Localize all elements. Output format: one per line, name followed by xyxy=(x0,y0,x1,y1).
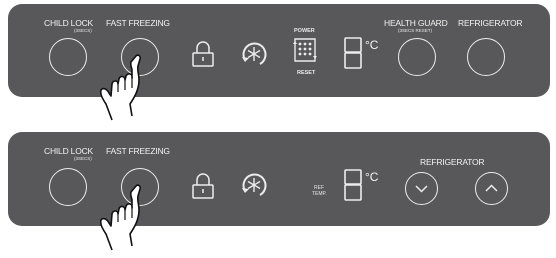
child-lock-sublabel-2: (3SECS) xyxy=(74,156,92,161)
temp-unit: °C xyxy=(365,38,379,52)
control-panel-bottom: CHILD LOCK (3SECS) FAST FREEZING REF TEM… xyxy=(8,132,550,226)
child-lock-button-2[interactable] xyxy=(49,168,87,206)
snowflake-cycle-icon xyxy=(242,42,267,65)
health-guard-label: HEALTH GUARD xyxy=(384,18,448,28)
ref-temp-line2: TEMP. xyxy=(312,191,327,197)
chevron-up-icon xyxy=(485,184,498,192)
child-lock-sublabel: (3SECS) xyxy=(74,28,92,33)
lock-icon xyxy=(192,173,214,199)
fast-freezing-label-2: FAST FREEZING xyxy=(106,146,170,156)
chevron-down-icon xyxy=(415,185,428,193)
pointing-hand-icon xyxy=(99,54,141,121)
refrigerator-down-button[interactable] xyxy=(405,172,438,205)
power-filter-icon[interactable] xyxy=(291,35,319,65)
health-guard-sublabel: (3SECS RESET) xyxy=(398,28,433,33)
child-lock-label: CHILD LOCK xyxy=(44,18,94,28)
child-lock-label-2: CHILD LOCK xyxy=(44,146,94,156)
temp-unit: °C xyxy=(365,170,379,184)
lock-icon xyxy=(192,41,214,67)
pointing-hand-icon xyxy=(99,184,141,251)
power-label: POWER xyxy=(294,28,315,34)
refrigerator-up-button[interactable] xyxy=(475,172,508,205)
snowflake-cycle-icon xyxy=(242,173,267,196)
refrigerator-button[interactable] xyxy=(467,38,505,76)
seven-segment-display xyxy=(344,169,362,201)
refrigerator-label: REFRIGERATOR xyxy=(420,157,485,167)
child-lock-button[interactable] xyxy=(49,38,87,76)
seven-segment-display xyxy=(344,37,362,69)
reset-label: RESET xyxy=(297,70,316,76)
control-panel-top: CHILD LOCK (3SECS) FAST FREEZING POWER R… xyxy=(8,4,550,97)
fast-freezing-label: FAST FREEZING xyxy=(106,18,170,28)
health-guard-button[interactable] xyxy=(398,38,436,76)
refrigerator-label: REFRIGERATOR xyxy=(458,18,523,28)
